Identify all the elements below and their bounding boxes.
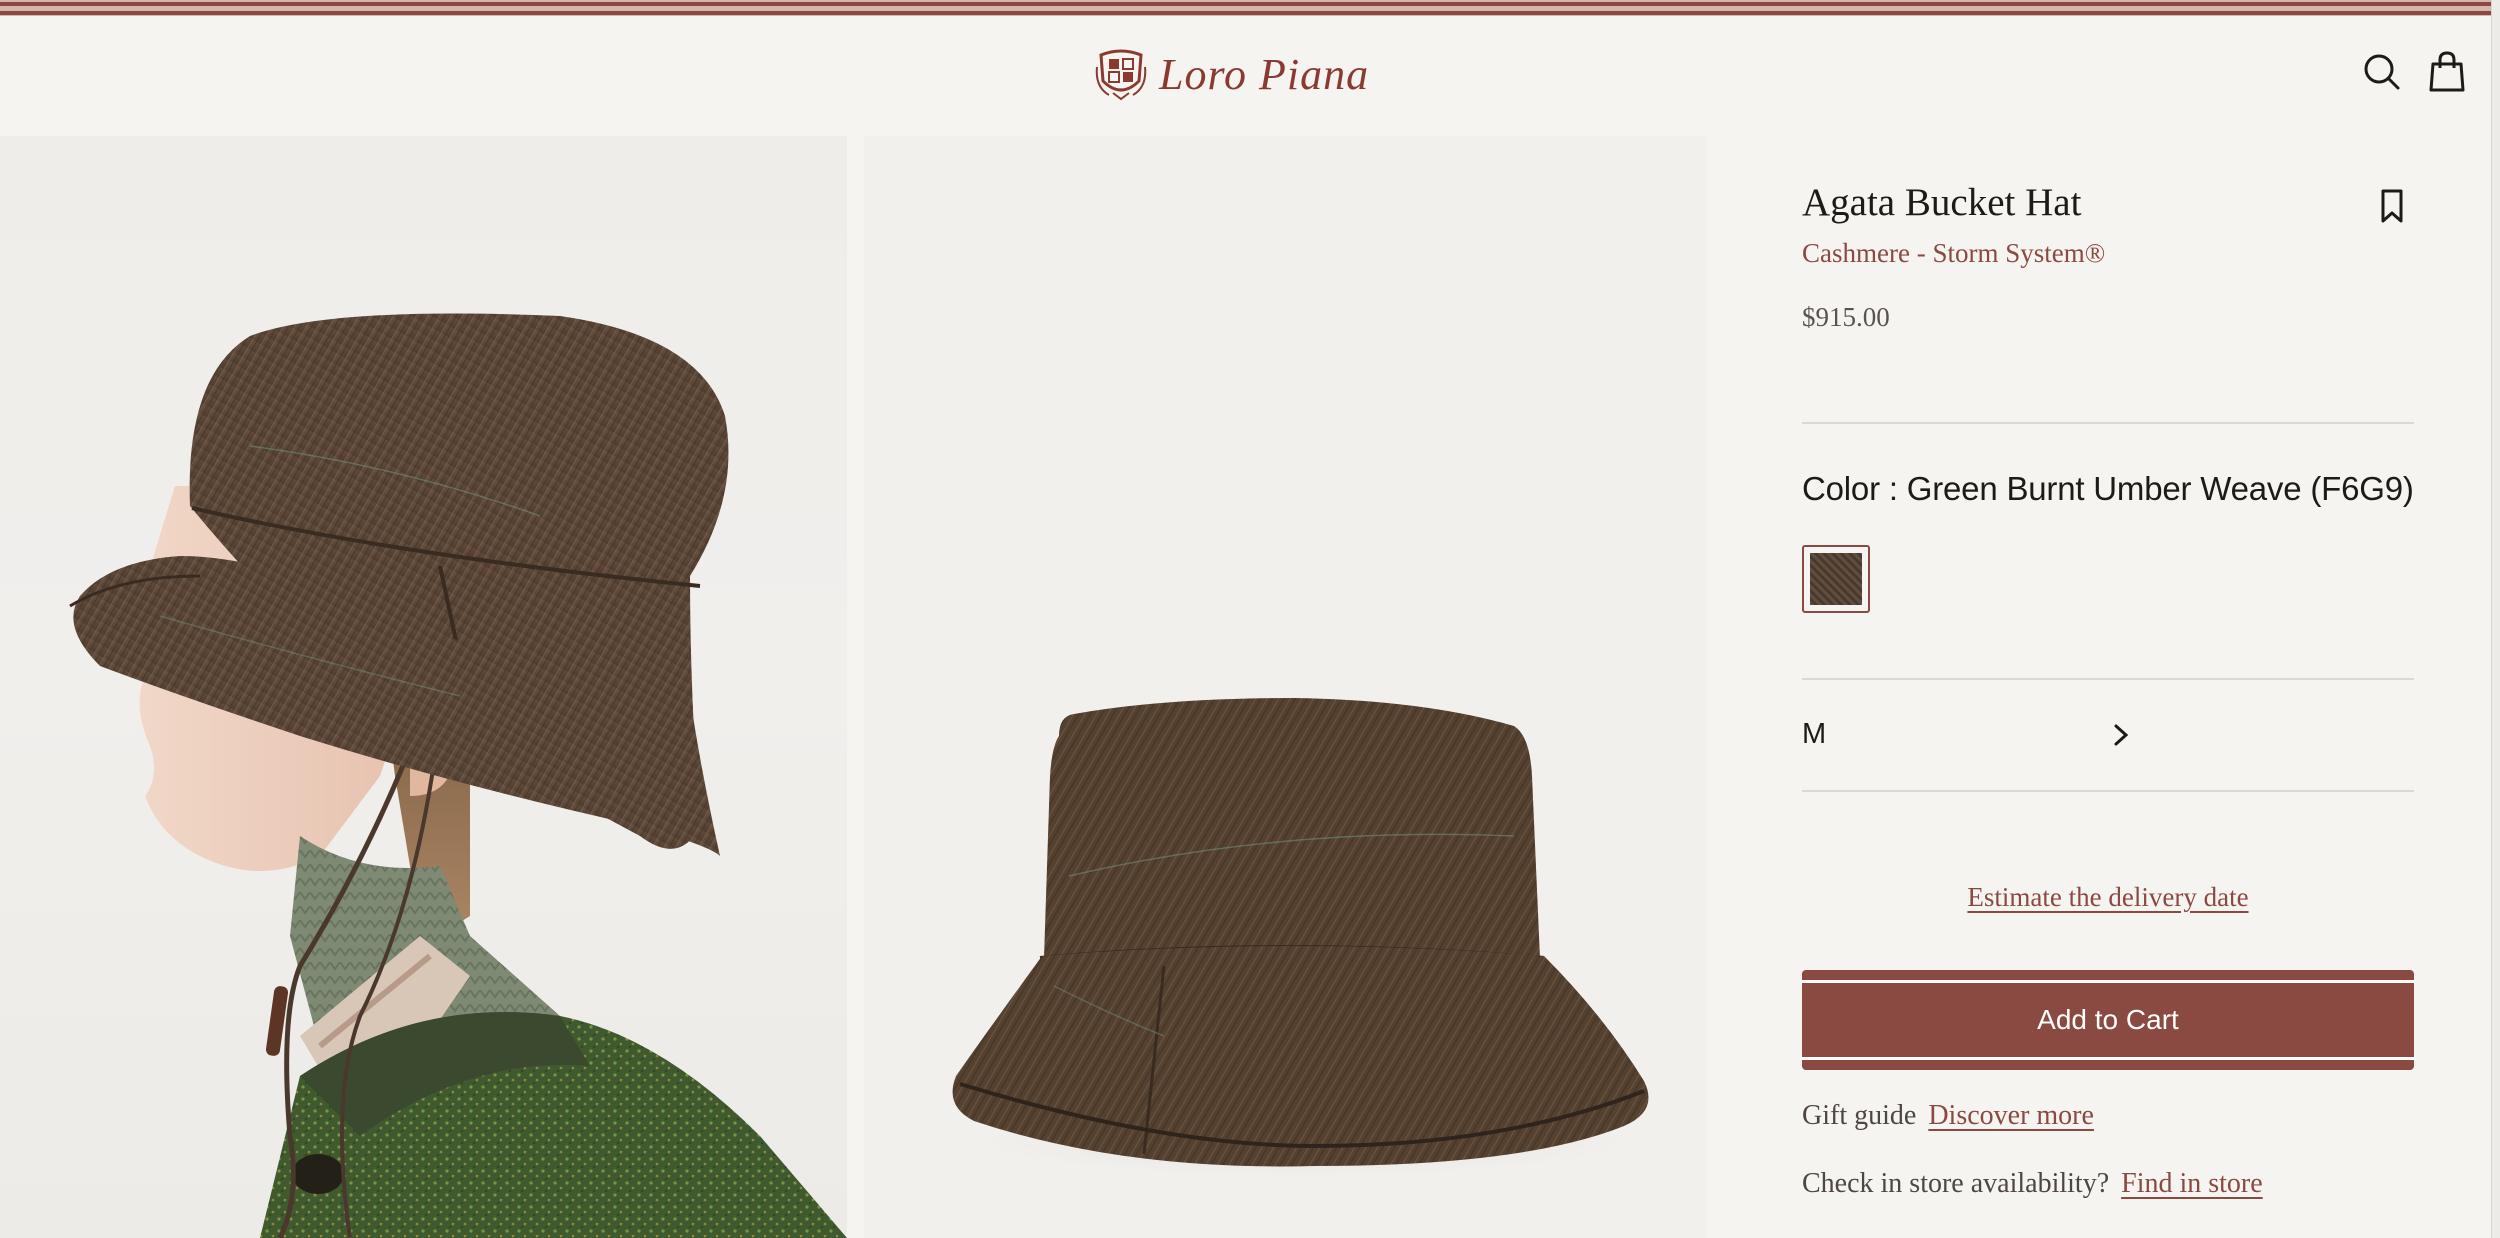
discover-more-link[interactable]: Discover more — [1928, 1100, 2094, 1131]
find-in-store-link[interactable]: Find in store — [2121, 1168, 2263, 1199]
color-label: Color : Green Burnt Umber Weave (F6G9) — [1802, 470, 2414, 507]
shopping-bag-icon[interactable] — [2425, 50, 2469, 94]
divider — [1802, 422, 2414, 424]
search-icon[interactable] — [2360, 50, 2404, 94]
model-wearing-hat-image[interactable] — [0, 136, 847, 1238]
gift-guide-row: Gift guide Discover more — [1802, 1100, 2094, 1132]
product-material: Cashmere - Storm System® — [1802, 238, 2106, 268]
store-availability-row: Check in store availability? Find in stor… — [1802, 1168, 2263, 1200]
top-stripe — [0, 0, 2492, 16]
brand-wordmark: Loro Piana — [1159, 49, 1370, 99]
site-header: Loro Piana — [0, 16, 2492, 136]
scrollbar[interactable] — [2491, 0, 2500, 1238]
color-swatch-selected[interactable] — [1802, 545, 1870, 613]
divider — [1802, 790, 2414, 792]
store-availability-label: Check in store availability? — [1802, 1168, 2110, 1199]
crest-icon — [1095, 49, 1147, 101]
brand-logo[interactable]: Loro Piana — [1095, 44, 1369, 104]
product-price: $915.00 — [1802, 302, 1890, 332]
chevron-right-icon[interactable] — [2112, 722, 2132, 748]
bookmark-icon[interactable] — [2377, 188, 2407, 224]
hat-product-image[interactable] — [864, 136, 1707, 1238]
page: Loro Piana Agata Bucket Hat Cashmere - S… — [0, 0, 2492, 1238]
estimate-delivery-link[interactable]: Estimate the delivery date — [1802, 882, 2414, 913]
product-panel: Agata Bucket Hat Cashmere - Storm System… — [1802, 136, 2414, 1238]
add-to-cart-button[interactable]: Add to Cart — [1802, 970, 2414, 1070]
swatch-fabric — [1810, 553, 1862, 605]
divider — [1802, 678, 2414, 680]
product-title: Agata Bucket Hat — [1802, 181, 2082, 224]
size-value[interactable]: M — [1802, 718, 1826, 751]
gift-guide-label: Gift guide — [1802, 1100, 1917, 1131]
